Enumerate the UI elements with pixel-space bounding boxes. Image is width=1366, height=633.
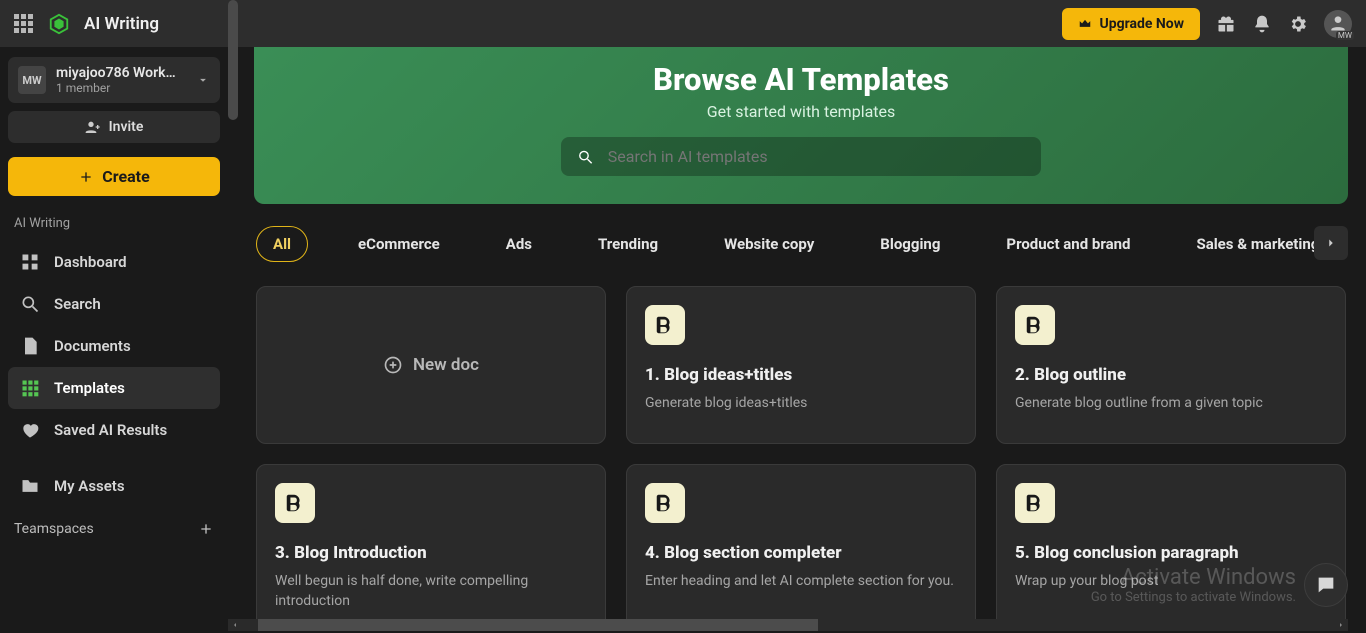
- person-add-icon: [85, 119, 101, 135]
- blog-icon: [1015, 305, 1055, 345]
- sidebar: MW miyajoo786 Work… 1 member Invite Crea…: [0, 47, 228, 633]
- sidebar-item-label: Dashboard: [54, 253, 127, 271]
- sidebar-item-saved[interactable]: Saved AI Results: [8, 409, 220, 451]
- tab-website-copy[interactable]: Website copy: [708, 227, 830, 261]
- new-doc-card[interactable]: New doc: [256, 286, 606, 444]
- vertical-scrollbar[interactable]: [228, 0, 238, 617]
- card-desc: Well begun is half done, write compellin…: [275, 571, 587, 612]
- blog-icon: [645, 305, 685, 345]
- workspace-selector[interactable]: MW miyajoo786 Work… 1 member: [8, 57, 220, 103]
- sidebar-item-label: Saved AI Results: [54, 421, 167, 439]
- blog-icon: [645, 483, 685, 523]
- workspace-members: 1 member: [56, 81, 186, 95]
- card-title: 3. Blog Introduction: [275, 543, 587, 563]
- sidebar-item-search[interactable]: Search: [8, 283, 220, 325]
- top-bar: AI Writing Upgrade Now MW: [0, 0, 1366, 47]
- card-desc: Generate blog ideas+titles: [645, 393, 957, 413]
- template-card[interactable]: 1. Blog ideas+titles Generate blog ideas…: [626, 286, 976, 444]
- main-content: Browse AI Templates Get started with tem…: [228, 47, 1366, 633]
- upgrade-button[interactable]: Upgrade Now: [1062, 8, 1200, 40]
- tab-product-brand[interactable]: Product and brand: [990, 227, 1146, 261]
- blog-icon: [1015, 483, 1055, 523]
- category-tabs: All eCommerce Ads Trending Website copy …: [228, 226, 1366, 262]
- dashboard-icon: [20, 252, 40, 272]
- apps-grid-icon[interactable]: [14, 14, 34, 34]
- sidebar-section-label: AI Writing: [8, 212, 220, 241]
- sidebar-item-assets[interactable]: My Assets: [8, 465, 220, 507]
- card-desc: Enter heading and let AI complete sectio…: [645, 571, 957, 591]
- card-title: 2. Blog outline: [1015, 365, 1327, 385]
- templates-icon: [20, 378, 40, 398]
- crown-icon: [1078, 17, 1092, 31]
- search-icon: [577, 148, 594, 166]
- tab-all[interactable]: All: [256, 226, 308, 262]
- user-avatar[interactable]: MW: [1324, 10, 1352, 38]
- card-title: 1. Blog ideas+titles: [645, 365, 957, 385]
- scroll-thumb[interactable]: [258, 619, 818, 631]
- workspace-badge: MW: [18, 66, 46, 94]
- card-desc: Generate blog outline from a given topic: [1015, 393, 1327, 413]
- create-button[interactable]: Create: [8, 157, 220, 196]
- card-title: 4. Blog section completer: [645, 543, 957, 563]
- sidebar-item-label: Templates: [54, 379, 125, 397]
- sidebar-item-label: Documents: [54, 337, 131, 355]
- hero-title: Browse AI Templates: [254, 61, 1348, 98]
- template-card[interactable]: 4. Blog section completer Enter heading …: [626, 464, 976, 631]
- template-card[interactable]: 3. Blog Introduction Well begun is half …: [256, 464, 606, 631]
- horizontal-scrollbar[interactable]: [228, 619, 1348, 631]
- template-card[interactable]: 2. Blog outline Generate blog outline fr…: [996, 286, 1346, 444]
- bell-icon[interactable]: [1252, 14, 1272, 34]
- plus-icon: [78, 169, 94, 185]
- chat-icon: [1315, 574, 1337, 596]
- tab-sales-marketing[interactable]: Sales & marketing: [1180, 227, 1335, 261]
- avatar-initials: MW: [1336, 31, 1354, 40]
- template-grid: New doc 1. Blog ideas+titles Generate bl…: [228, 262, 1366, 631]
- chevron-right-icon: [1324, 236, 1338, 250]
- card-desc: Wrap up your blog post: [1015, 571, 1327, 591]
- document-icon: [20, 336, 40, 356]
- sidebar-item-documents[interactable]: Documents: [8, 325, 220, 367]
- brand-icon: [48, 13, 70, 35]
- search-input[interactable]: [608, 147, 1025, 166]
- plus-circle-icon: [383, 355, 403, 375]
- tab-trending[interactable]: Trending: [582, 227, 674, 261]
- tab-ads[interactable]: Ads: [490, 227, 548, 261]
- chevron-down-icon: [196, 73, 210, 87]
- teamspaces-row: Teamspaces: [8, 507, 220, 545]
- scroll-right-arrow[interactable]: [1334, 619, 1348, 631]
- scroll-left-arrow[interactable]: [228, 619, 242, 631]
- app-title: AI Writing: [84, 14, 159, 34]
- gift-icon[interactable]: [1216, 14, 1236, 34]
- card-title: 5. Blog conclusion paragraph: [1015, 543, 1327, 563]
- sidebar-item-templates[interactable]: Templates: [8, 367, 220, 409]
- sidebar-item-dashboard[interactable]: Dashboard: [8, 241, 220, 283]
- heart-icon: [20, 420, 40, 440]
- gear-icon[interactable]: [1288, 14, 1308, 34]
- tab-blogging[interactable]: Blogging: [864, 227, 956, 261]
- blog-icon: [275, 483, 315, 523]
- search-icon: [20, 294, 40, 314]
- workspace-name: miyajoo786 Work…: [56, 65, 186, 81]
- help-chat-button[interactable]: [1304, 563, 1348, 607]
- tabs-next-button[interactable]: [1314, 226, 1348, 260]
- invite-button[interactable]: Invite: [8, 111, 220, 143]
- teamspaces-label: Teamspaces: [14, 521, 94, 537]
- sidebar-item-label: My Assets: [54, 477, 125, 495]
- hero-banner: Browse AI Templates Get started with tem…: [254, 47, 1348, 204]
- template-search[interactable]: [561, 137, 1041, 176]
- hero-subtitle: Get started with templates: [254, 102, 1348, 121]
- folder-icon: [20, 476, 40, 496]
- scroll-thumb[interactable]: [228, 0, 238, 120]
- sidebar-item-label: Search: [54, 295, 101, 313]
- add-teamspace-icon[interactable]: [198, 521, 214, 537]
- template-card[interactable]: 5. Blog conclusion paragraph Wrap up you…: [996, 464, 1346, 631]
- tab-ecommerce[interactable]: eCommerce: [342, 227, 456, 261]
